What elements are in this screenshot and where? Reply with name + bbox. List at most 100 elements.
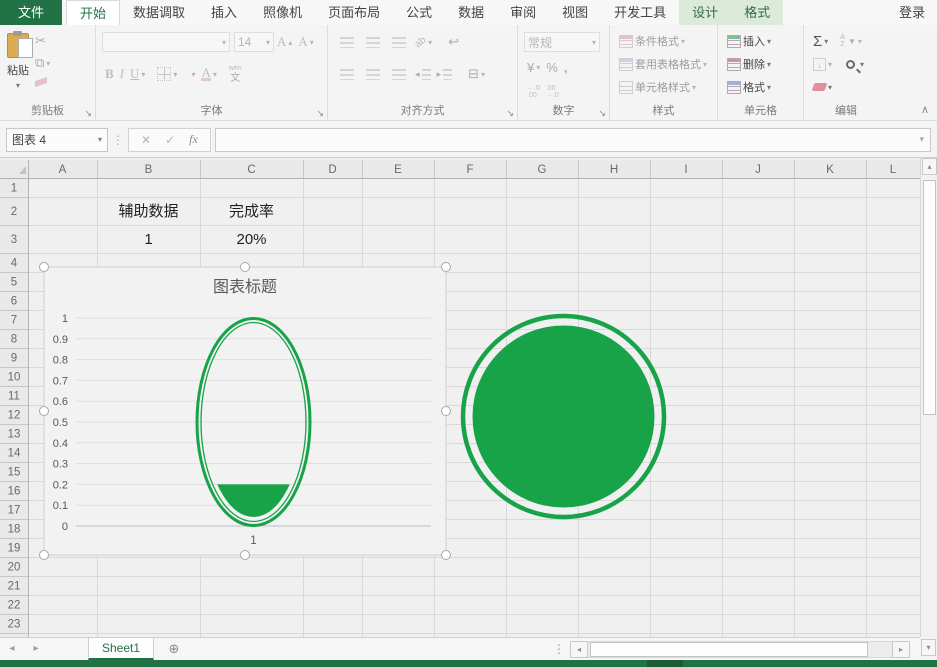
horizontal-scrollbar[interactable]: ◂ ▸: [570, 641, 910, 658]
increase-indent-button[interactable]: ▸: [434, 68, 456, 81]
cancel-button[interactable]: ✕: [141, 133, 151, 147]
row-header[interactable]: 3: [11, 234, 17, 246]
copy-button[interactable]: ⧉ ▾: [32, 54, 53, 72]
increase-decimal-button[interactable]: ←.0 .00: [524, 84, 543, 100]
grow-font-button[interactable]: A ▴: [274, 33, 295, 51]
vscroll-up-arrow[interactable]: ▴: [922, 158, 937, 175]
enter-button[interactable]: ✓: [165, 133, 175, 147]
phonetic-button[interactable]: wén 文: [226, 64, 245, 84]
font-color-button[interactable]: A ▾: [198, 66, 219, 82]
tab-formulas[interactable]: 公式: [393, 0, 445, 25]
worksheet[interactable]: A B C D E F G H I J K L 1 2 3 4 5 6 7 8 9 10 11 12 13 14 15 16 17 18 1…: [0, 158, 921, 653]
row-header[interactable]: 7: [11, 315, 17, 327]
row-header[interactable]: 21: [8, 581, 21, 593]
hscroll-right-arrow[interactable]: ▸: [892, 641, 910, 658]
row-header[interactable]: 4: [11, 258, 18, 270]
vertical-scrollbar[interactable]: ▴: [920, 158, 937, 637]
font-name-combo[interactable]: ▾: [102, 32, 230, 52]
column-header[interactable]: F: [466, 164, 473, 176]
percent-style-button[interactable]: %: [543, 59, 561, 76]
decrease-decimal-button[interactable]: .00 →.0: [543, 84, 562, 100]
row-header[interactable]: 23: [8, 619, 21, 631]
delete-cells-button[interactable]: 删除 ▾: [724, 55, 774, 73]
format-cells-button[interactable]: 格式 ▾: [724, 78, 774, 96]
selection-handle[interactable]: [39, 550, 49, 560]
fill-button[interactable]: ↓ ▾: [810, 57, 835, 72]
column-header[interactable]: L: [890, 164, 897, 176]
selection-handle[interactable]: [441, 406, 451, 416]
align-top-button[interactable]: [334, 36, 360, 49]
column-header-band[interactable]: [0, 160, 920, 178]
selection-handle[interactable]: [441, 550, 451, 560]
account-button[interactable]: 登录: [887, 0, 937, 25]
align-right-button[interactable]: [386, 68, 412, 81]
column-header[interactable]: G: [538, 164, 547, 176]
tab-page-layout[interactable]: 页面布局: [315, 0, 393, 25]
row-header[interactable]: 1: [11, 183, 17, 195]
column-header[interactable]: B: [145, 164, 153, 176]
borders-button[interactable]: ▾: [154, 66, 180, 82]
format-painter-button[interactable]: [32, 76, 53, 88]
sheet-nav-next[interactable]: ▸: [24, 638, 48, 660]
circle-shape[interactable]: [460, 313, 667, 520]
hscroll-thumb[interactable]: [590, 642, 868, 657]
formula-bar-splitter[interactable]: ⋮: [112, 133, 124, 147]
name-box[interactable]: 图表 4 ▾: [6, 127, 108, 152]
insert-cells-button[interactable]: 插入 ▾: [724, 32, 774, 50]
sort-filter-button[interactable]: AZ ▼ ▾: [837, 33, 865, 49]
tab-view[interactable]: 视图: [549, 0, 601, 25]
row-header[interactable]: 20: [8, 562, 21, 574]
tab-camera[interactable]: 照像机: [250, 0, 315, 25]
clipboard-dialog-launcher-icon[interactable]: ↘: [84, 108, 92, 118]
tabbar-scroll-splitter[interactable]: ⋮: [553, 638, 565, 660]
row-header[interactable]: 11: [8, 391, 20, 403]
tab-chart-format[interactable]: 格式: [731, 0, 784, 25]
shrink-font-button[interactable]: A ▾: [295, 33, 316, 51]
merge-center-button[interactable]: ⊟ ▾: [465, 65, 488, 83]
column-header[interactable]: K: [826, 164, 834, 176]
row-header[interactable]: 14: [8, 448, 21, 460]
fill-color-button[interactable]: ▾: [186, 69, 198, 80]
column-header[interactable]: H: [610, 164, 618, 176]
tab-review[interactable]: 审阅: [497, 0, 549, 25]
column-header[interactable]: A: [59, 164, 67, 176]
number-format-combo[interactable]: 常规 ▾: [524, 32, 600, 52]
comma-style-button[interactable]: ,: [561, 59, 571, 76]
embedded-chart[interactable]: 图表标题 0 0.1 0.2 0.3 0.4 0.5 0.6 0.7 0.8 0.9 1 1: [39, 262, 451, 560]
paste-dropdown-arrow[interactable]: ▾: [16, 81, 20, 90]
formula-input[interactable]: ▾: [214, 127, 931, 152]
cell-styles-button[interactable]: 单元格样式 ▾: [616, 78, 699, 96]
italic-button[interactable]: I: [117, 65, 127, 83]
accounting-format-button[interactable]: ¥ ▾: [524, 59, 543, 76]
cell-C3[interactable]: 20%: [236, 231, 266, 248]
collapse-ribbon-button[interactable]: ∧: [921, 103, 929, 116]
tab-data[interactable]: 数据: [445, 0, 497, 25]
selection-handle[interactable]: [39, 262, 49, 272]
row-header[interactable]: 10: [8, 372, 21, 384]
row-header[interactable]: 8: [11, 334, 17, 346]
row-header[interactable]: 15: [8, 467, 21, 479]
align-bottom-button[interactable]: [386, 36, 412, 49]
autosum-button[interactable]: Σ ▾: [810, 32, 831, 51]
decrease-indent-button[interactable]: ◂: [412, 68, 434, 81]
vscroll-down-arrow[interactable]: ▾: [921, 639, 936, 656]
underline-button[interactable]: U ▾: [127, 65, 148, 83]
column-header[interactable]: C: [247, 164, 255, 176]
selection-handle[interactable]: [240, 262, 250, 272]
tab-developer[interactable]: 开发工具: [601, 0, 679, 25]
alignment-dialog-launcher-icon[interactable]: ↘: [506, 108, 514, 118]
insert-function-button[interactable]: fx: [189, 132, 198, 147]
column-header[interactable]: I: [684, 164, 687, 176]
number-dialog-launcher-icon[interactable]: ↘: [598, 108, 606, 118]
row-header[interactable]: 18: [8, 524, 21, 536]
orientation-button[interactable]: ab ▾: [412, 34, 435, 50]
tab-file[interactable]: 文件: [0, 0, 63, 25]
row-header[interactable]: 6: [11, 296, 17, 308]
row-header[interactable]: 17: [8, 505, 21, 517]
sheet-tab-sheet1[interactable]: Sheet1: [88, 638, 154, 660]
sheet-nav-prev[interactable]: ◂: [0, 638, 24, 660]
column-header[interactable]: E: [394, 164, 402, 176]
vscroll-thumb[interactable]: [923, 180, 936, 415]
bold-button[interactable]: B: [102, 65, 117, 83]
chart-title[interactable]: 图表标题: [213, 278, 277, 296]
